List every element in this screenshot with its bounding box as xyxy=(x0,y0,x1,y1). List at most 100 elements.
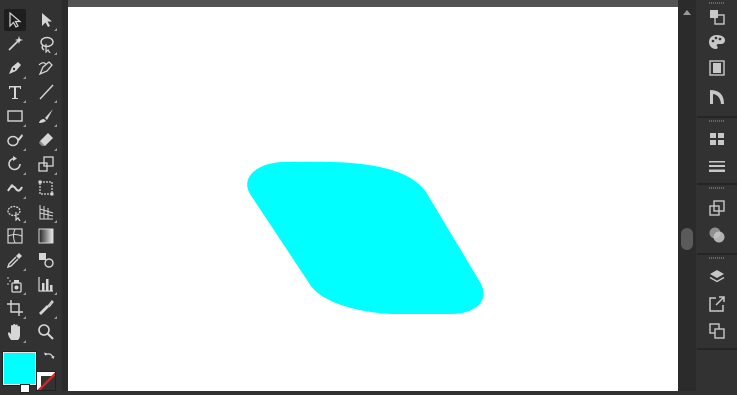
transform-icon xyxy=(710,10,725,25)
slice-knife-icon xyxy=(39,300,54,315)
libraries-panel-button[interactable] xyxy=(703,55,731,81)
paintbrush-icon xyxy=(39,109,53,123)
align-panel-button[interactable] xyxy=(703,126,731,152)
scale-icon xyxy=(38,156,54,172)
blend-tool[interactable] xyxy=(35,249,57,271)
export-panel-button[interactable] xyxy=(703,291,731,317)
direct-selection-arrow-icon xyxy=(42,13,52,27)
layers-panel-button[interactable] xyxy=(703,264,731,290)
line-segment-icon xyxy=(39,84,54,100)
fill-color xyxy=(4,353,35,384)
column-graph-tool[interactable] xyxy=(35,273,57,295)
curvature-pen-icon xyxy=(38,61,53,76)
line-segment-tool[interactable] xyxy=(35,81,57,103)
gradient-panel-button[interactable] xyxy=(703,84,731,110)
pen-tool[interactable] xyxy=(4,57,26,79)
artboards-panel-button[interactable] xyxy=(703,318,731,344)
dock-grip[interactable] xyxy=(709,120,725,122)
magic-wand-tool[interactable] xyxy=(4,33,26,55)
mesh-tool[interactable] xyxy=(4,225,26,247)
free-transform-tool[interactable] xyxy=(35,177,57,199)
rotate-icon xyxy=(8,156,21,171)
gradient-icon xyxy=(38,228,54,244)
default-fill-stroke-icon[interactable] xyxy=(20,384,30,393)
pen-nib-icon xyxy=(9,62,21,74)
mesh-icon xyxy=(7,228,23,244)
dock-separator xyxy=(697,348,737,350)
right-panel-dock xyxy=(697,0,737,391)
scroll-up-arrow[interactable] xyxy=(683,10,691,15)
scroll-thumb[interactable] xyxy=(681,228,693,250)
curvature-tool[interactable] xyxy=(35,57,57,79)
fill-color-swatch[interactable] xyxy=(2,351,37,386)
transparency-panel-button[interactable] xyxy=(703,222,731,248)
free-transform-icon xyxy=(38,180,54,196)
dock-separator xyxy=(697,183,737,185)
magnifier-icon xyxy=(38,324,54,340)
perspective-grid-icon xyxy=(39,205,54,220)
artboard-icon xyxy=(7,300,23,316)
transform-panel-button[interactable] xyxy=(703,4,731,30)
eyedropper-icon xyxy=(6,253,22,269)
pathfinder-panel-button[interactable] xyxy=(703,195,731,221)
palette-icon xyxy=(709,35,725,49)
export-icon xyxy=(709,296,725,312)
tools-panel xyxy=(0,0,62,393)
lasso-tool[interactable] xyxy=(35,33,57,55)
type-T-icon xyxy=(9,86,21,99)
eraser-icon xyxy=(39,133,53,146)
dock-separator xyxy=(697,116,737,118)
symbol-sprayer-tool[interactable] xyxy=(4,273,26,295)
stroke-panel-button[interactable] xyxy=(703,153,731,179)
paintbrush-tool[interactable] xyxy=(35,105,57,127)
document-canvas[interactable] xyxy=(68,0,678,391)
transparency-icon xyxy=(709,227,725,243)
hand-tool[interactable] xyxy=(4,321,26,343)
stroke-lines-icon xyxy=(709,161,725,172)
layers-icon xyxy=(709,270,725,283)
rotate-tool[interactable] xyxy=(4,153,26,175)
artboards-icon xyxy=(709,323,725,339)
selection-tool[interactable] xyxy=(4,9,26,31)
none-color-icon xyxy=(37,372,55,390)
libraries-icon xyxy=(709,60,725,76)
vertical-scrollbar[interactable] xyxy=(678,0,696,391)
stroke-color-swatch[interactable] xyxy=(36,371,56,391)
blend-icon xyxy=(39,253,54,268)
cyan-parallelogram-shape[interactable] xyxy=(247,161,484,314)
rectangle-tool[interactable] xyxy=(4,105,26,127)
hand-icon xyxy=(8,324,20,340)
rectangle-icon xyxy=(7,110,23,122)
magic-wand-icon xyxy=(8,36,23,51)
align-icon xyxy=(710,133,724,145)
direct-selection-tool[interactable] xyxy=(35,9,57,31)
symbol-sprayer-icon xyxy=(7,277,22,293)
artboard-tool[interactable] xyxy=(4,297,26,319)
type-tool[interactable] xyxy=(4,81,26,103)
scale-tool[interactable] xyxy=(35,153,57,175)
gradient-panel-icon xyxy=(710,90,724,104)
artboard[interactable] xyxy=(68,7,678,391)
artwork xyxy=(247,161,484,314)
shape-builder-icon xyxy=(7,205,21,221)
shape-builder-tool[interactable] xyxy=(4,201,26,223)
lasso-icon xyxy=(40,36,54,53)
gradient-tool[interactable] xyxy=(35,225,57,247)
pathfinder-icon xyxy=(709,200,725,216)
dock-grip[interactable] xyxy=(709,187,725,189)
selection-arrow-icon xyxy=(9,11,22,28)
swap-fill-stroke-icon[interactable] xyxy=(42,350,56,364)
color-panel-button[interactable] xyxy=(703,29,731,55)
shaper-tool[interactable] xyxy=(4,129,26,151)
slice-tool[interactable] xyxy=(35,297,57,319)
perspective-grid-tool[interactable] xyxy=(35,201,57,223)
dock-grip[interactable] xyxy=(709,257,725,259)
puppet-warp-tool[interactable] xyxy=(4,177,26,199)
dock-separator xyxy=(697,253,737,255)
zoom-tool[interactable] xyxy=(35,321,57,343)
column-graph-icon xyxy=(38,277,53,292)
eraser-tool[interactable] xyxy=(35,129,57,151)
shaper-icon xyxy=(7,134,23,147)
eyedropper-tool[interactable] xyxy=(4,249,26,271)
puppet-warp-icon xyxy=(7,184,23,192)
